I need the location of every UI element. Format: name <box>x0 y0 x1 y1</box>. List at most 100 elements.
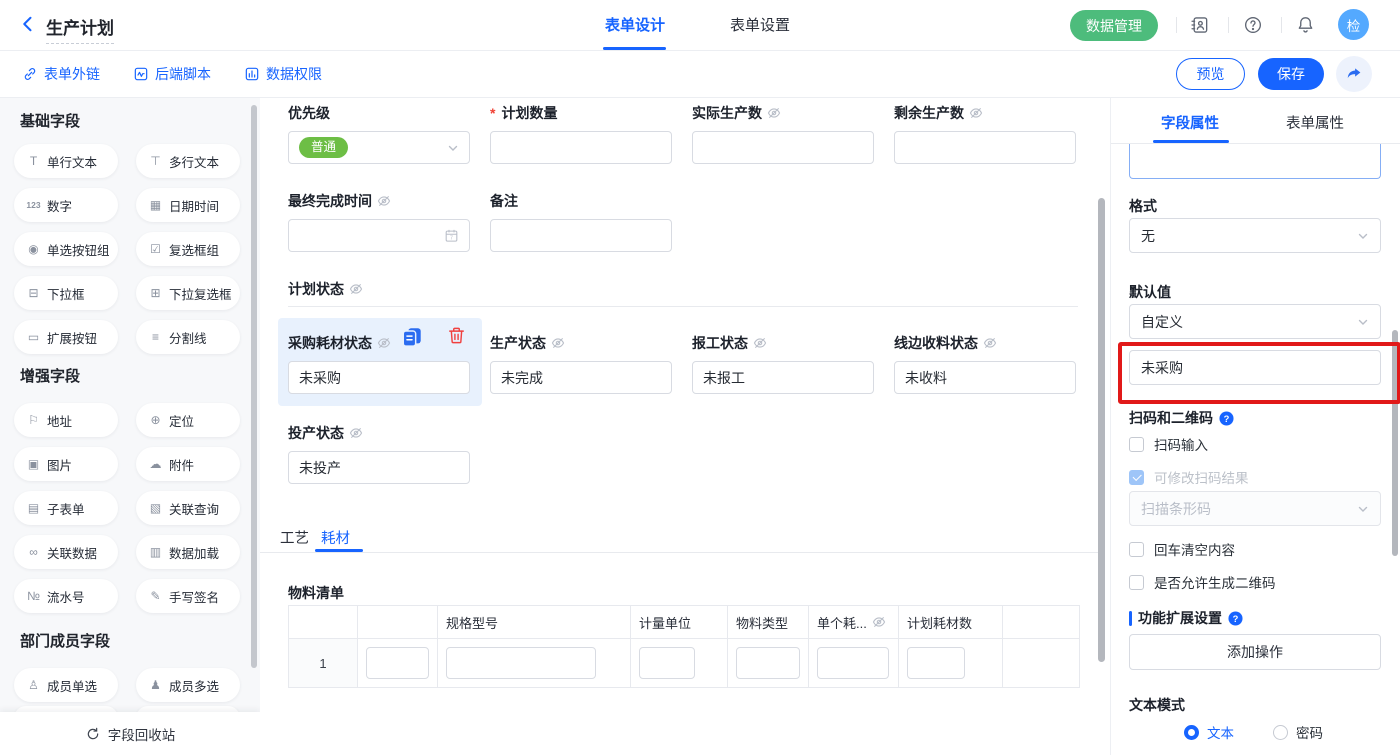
field-title-input[interactable] <box>1129 144 1381 179</box>
field-pill-datetime[interactable]: ▦日期时间 <box>136 188 240 222</box>
scan-type-select-disabled[interactable]: 扫描条形码 <box>1129 491 1381 526</box>
eye-off-icon <box>983 336 997 350</box>
scan-section-title: 扫码和二维码 ? <box>1129 408 1234 428</box>
produce-status-input[interactable]: 未完成 <box>490 361 672 394</box>
field-pill-radio-group[interactable]: ◉单选按钮组 <box>14 232 118 266</box>
field-pill-location[interactable]: ⊕定位 <box>136 403 240 437</box>
lineside-status-input[interactable]: 未收料 <box>894 361 1076 394</box>
field-pill-image[interactable]: ▣图片 <box>14 447 118 481</box>
linked-query-icon: ▧ <box>147 501 164 515</box>
field-pill-attachment[interactable]: ☁附件 <box>136 447 240 481</box>
eye-off-icon <box>377 336 391 350</box>
field-pill-single-line-text[interactable]: T单行文本 <box>14 144 118 178</box>
field-pill-serial-number[interactable]: №流水号 <box>14 579 118 613</box>
svg-text:?: ? <box>1233 613 1239 623</box>
field-pill-subform[interactable]: ▤子表单 <box>14 491 118 525</box>
contacts-icon[interactable] <box>1190 15 1210 35</box>
data-permission-link[interactable]: 数据权限 <box>244 64 322 84</box>
form-title[interactable]: 生产计划 <box>46 14 114 44</box>
format-select[interactable]: 无 <box>1129 218 1381 253</box>
table-cell <box>728 639 809 687</box>
field-final-finish-time[interactable]: 最终完成时间 7 <box>288 192 470 252</box>
default-value-select[interactable]: 自定义 <box>1129 304 1381 339</box>
tab-consumables[interactable]: 耗材 <box>321 527 350 548</box>
checkbox-checked-icon <box>1129 470 1144 485</box>
panel-scrollbar[interactable] <box>1392 330 1398 556</box>
field-actual-output[interactable]: 实际生产数 <box>692 104 874 164</box>
checkbox-enter-clear[interactable]: 回车清空内容 <box>1129 539 1235 559</box>
field-pill-linked-query[interactable]: ▧关联查询 <box>136 491 240 525</box>
field-pill-linked-data[interactable]: ∞关联数据 <box>14 535 118 569</box>
launch-status-input[interactable]: 未投产 <box>288 451 470 484</box>
share-button[interactable] <box>1336 56 1372 92</box>
remaining-output-input[interactable] <box>894 131 1076 164</box>
tab-field-properties[interactable]: 字段属性 <box>1161 112 1219 133</box>
subform-input-spec[interactable] <box>446 647 596 679</box>
field-plan-quantity[interactable]: *计划数量 <box>490 104 672 164</box>
field-recycle-bin[interactable]: 字段回收站 <box>0 712 260 755</box>
subform-input-unit-consume[interactable] <box>817 647 889 679</box>
field-pill-address[interactable]: ⚐地址 <box>14 403 118 437</box>
field-pill-member-single[interactable]: ♙成员单选 <box>14 668 118 702</box>
help-filled-icon[interactable]: ? <box>1219 411 1234 426</box>
field-priority[interactable]: 优先级 普通 <box>288 104 470 164</box>
text-mode-label: 文本模式 <box>1129 695 1185 715</box>
field-pill-number[interactable]: 123数字 <box>14 188 118 222</box>
duplicate-field-icon[interactable] <box>401 326 423 348</box>
field-pill-data-load[interactable]: ▥数据加载 <box>136 535 240 569</box>
plan-quantity-input[interactable] <box>490 131 672 164</box>
final-finish-time-input[interactable]: 7 <box>288 219 470 252</box>
field-pill-extend-button[interactable]: ▭扩展按钮 <box>14 320 118 354</box>
field-pill-multi-line-text[interactable]: ⊤多行文本 <box>136 144 240 178</box>
default-custom-value-input[interactable]: 未采购 <box>1129 350 1381 385</box>
subform-input-unit[interactable] <box>639 647 695 679</box>
tab-process[interactable]: 工艺 <box>280 527 309 548</box>
help-icon[interactable] <box>1243 15 1263 35</box>
field-remaining-output[interactable]: 剩余生产数 <box>894 104 1076 164</box>
form-external-link[interactable]: 表单外链 <box>22 64 100 84</box>
backend-script-link[interactable]: 后端脚本 <box>133 64 211 84</box>
add-operation-button[interactable]: 添加操作 <box>1129 634 1381 670</box>
tab-form-properties[interactable]: 表单属性 <box>1286 112 1344 133</box>
field-lineside-status[interactable]: 线边收料状态 未收料 <box>894 334 1076 394</box>
checkbox-scan-input[interactable]: 扫码输入 <box>1129 434 1208 454</box>
field-pill-dropdown-multi[interactable]: ⊞下拉复选框 <box>136 276 240 310</box>
subform-input[interactable] <box>366 647 429 679</box>
field-remark[interactable]: 备注 <box>490 192 672 252</box>
canvas-scrollbar[interactable] <box>1098 198 1105 662</box>
field-produce-status[interactable]: 生产状态 未完成 <box>490 334 672 394</box>
tab-form-settings[interactable]: 表单设置 <box>730 14 790 35</box>
remark-input[interactable] <box>490 219 672 252</box>
subform-input-type[interactable] <box>736 647 800 679</box>
save-button[interactable]: 保存 <box>1258 58 1324 90</box>
priority-select[interactable]: 普通 <box>288 131 470 164</box>
subform-input-plan-consume[interactable] <box>907 647 965 679</box>
sidebar-scrollbar[interactable] <box>251 105 257 668</box>
field-pill-divider[interactable]: ≡分割线 <box>136 320 240 354</box>
radio-text-mode[interactable]: 文本 <box>1184 722 1234 742</box>
data-manage-button[interactable]: 数据管理 <box>1070 10 1158 41</box>
radio-password-mode[interactable]: 密码 <box>1273 722 1323 742</box>
checkbox-allow-qrcode[interactable]: 是否允许生成二维码 <box>1129 572 1276 592</box>
actual-output-input[interactable] <box>692 131 874 164</box>
field-launch-status[interactable]: 投产状态 未投产 <box>288 424 470 484</box>
field-report-status[interactable]: 报工状态 未报工 <box>692 334 874 394</box>
material-list-table[interactable]: 规格型号 计量单位 物料类型 单个耗... 计划耗材数 1 <box>288 605 1080 688</box>
delete-field-icon[interactable] <box>447 326 466 348</box>
report-status-input[interactable]: 未报工 <box>692 361 874 394</box>
dropdown-multi-icon: ⊞ <box>147 286 164 300</box>
tab-form-design[interactable]: 表单设计 <box>605 14 665 35</box>
field-pill-member-multi[interactable]: ♟成员多选 <box>136 668 240 702</box>
bell-icon[interactable] <box>1296 15 1315 34</box>
avatar[interactable]: 检 <box>1338 9 1369 40</box>
field-plan-status-divider[interactable]: 计划状态 <box>288 280 1078 298</box>
field-pill-checkbox-group[interactable]: ☑复选框组 <box>136 232 240 266</box>
field-pill-signature[interactable]: ✎手写签名 <box>136 579 240 613</box>
purchase-status-input[interactable]: 未采购 <box>288 361 470 394</box>
help-filled-icon[interactable]: ? <box>1228 611 1243 626</box>
preview-button[interactable]: 预览 <box>1176 58 1245 90</box>
chevron-down-icon <box>1357 230 1369 242</box>
checkbox-editable-scan-result[interactable]: 可修改扫码结果 <box>1129 467 1249 487</box>
field-pill-dropdown[interactable]: ⊟下拉框 <box>14 276 118 310</box>
back-icon[interactable] <box>18 14 40 36</box>
